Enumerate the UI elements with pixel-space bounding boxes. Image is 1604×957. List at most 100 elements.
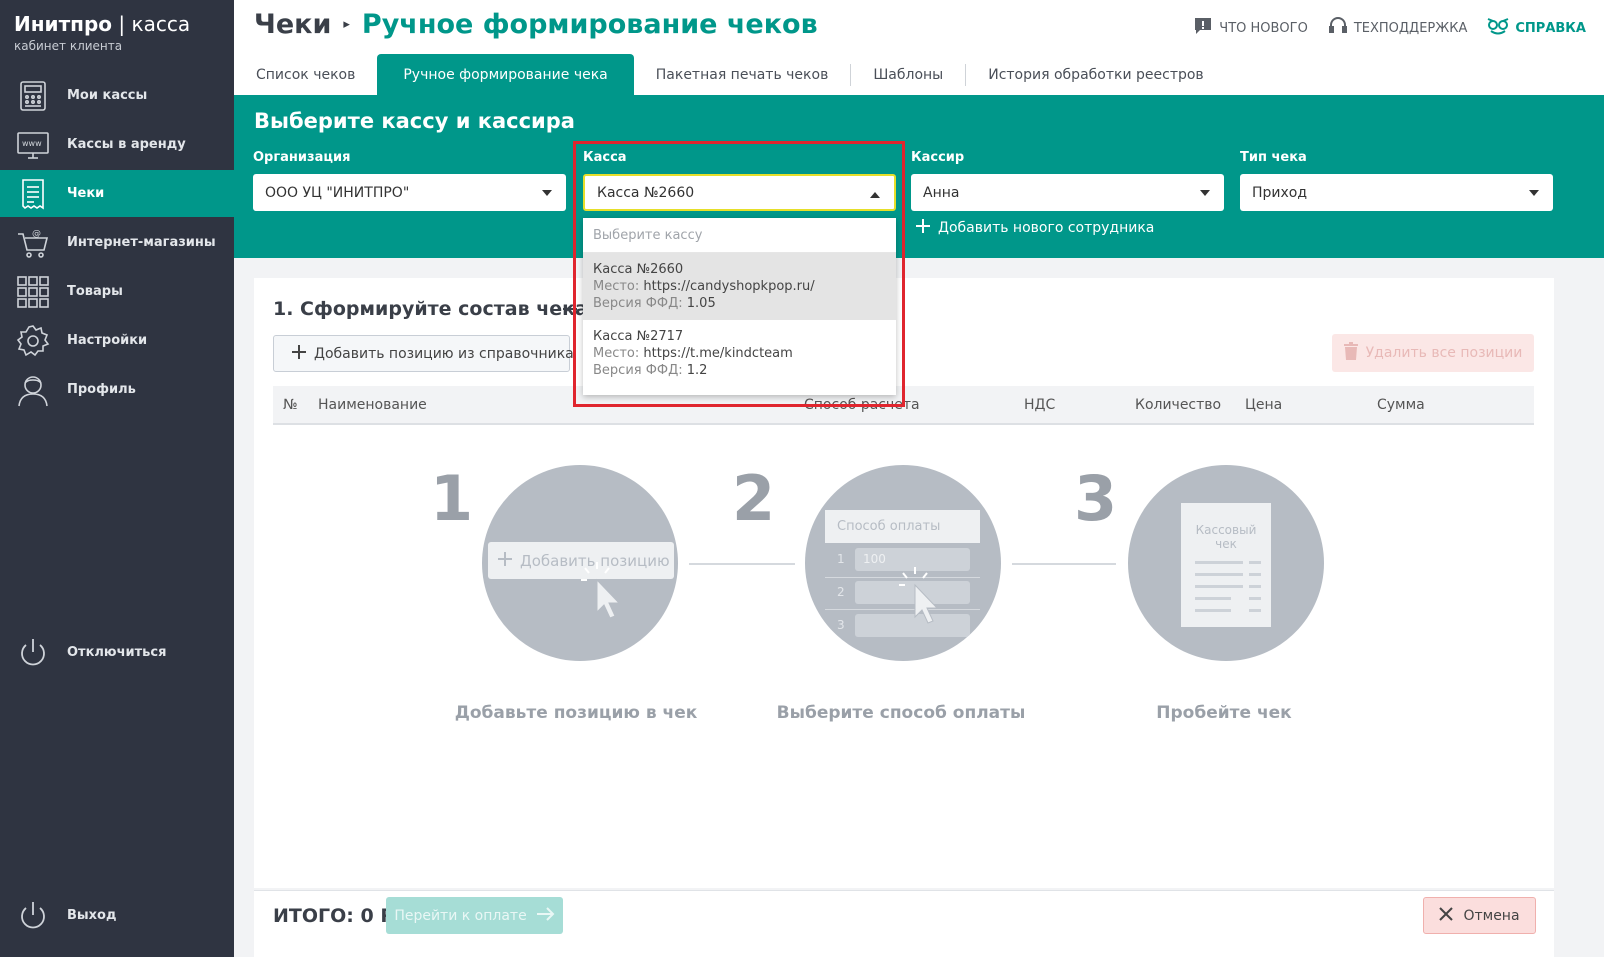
step-number: 1 [430, 462, 474, 535]
page-title-current: Ручное формирование чеков [361, 9, 818, 40]
kassa-option-place: Место: https://candyshopkpop.ru/ [593, 279, 815, 294]
tab-manual-receipt[interactable]: Ручное формирование чека [377, 54, 634, 95]
step-label: Пробейте чек [1156, 703, 1292, 723]
receipt-icon [16, 177, 50, 211]
step-3-illustration: Кассовый чек [1128, 465, 1324, 661]
illustration-row-num: 3 [837, 618, 845, 632]
www-monitor-icon: www [16, 128, 50, 162]
plus-icon [498, 551, 512, 570]
column-quantity: Количество [1135, 397, 1222, 413]
grid-icon [16, 275, 50, 309]
organization-label: Организация [253, 150, 351, 165]
tab-batch-print[interactable]: Пакетная печать чеков [634, 54, 851, 95]
kassa-option-ffd: Версия ФФД: 1.2 [593, 363, 708, 378]
illustration-row-num: 1 [837, 552, 845, 566]
chevron-down-icon [542, 190, 552, 196]
receipt-type-value: Приход [1252, 184, 1308, 201]
support-link[interactable]: ТЕХПОДДЕРЖКА [1328, 16, 1467, 40]
illustration-receipt-label: Кассовый чек [1195, 523, 1257, 551]
column-sum: Сумма [1377, 397, 1425, 413]
message-alert-icon [1193, 16, 1213, 40]
sidebar-item-label: Товары [67, 284, 123, 299]
add-employee-label: Добавить нового сотрудника [938, 220, 1155, 236]
plus-icon [292, 344, 306, 363]
sidebar-item-label: Кассы в аренду [67, 137, 186, 152]
svg-text:@: @ [32, 229, 41, 239]
add-from-catalog-label: Добавить позицию из справочника [314, 345, 574, 362]
help-link[interactable]: СПРАВКА [1487, 16, 1586, 40]
kassa-select[interactable]: Касса №2660 [583, 174, 896, 211]
help-label: СПРАВКА [1515, 20, 1586, 36]
step-2-illustration: Способ оплаты 1 100 2 3 [805, 465, 1001, 661]
organization-select[interactable]: ООО УЦ "ИНИТПРО" [253, 174, 566, 211]
kassa-search-input[interactable]: Выберите кассу [583, 218, 896, 253]
go-to-payment-label: Перейти к оплате [394, 907, 527, 924]
sidebar-item-settings[interactable]: Настройки [0, 317, 234, 364]
arrow-right-icon [536, 906, 555, 925]
sidebar-item-label: Профиль [67, 382, 136, 397]
chevron-down-icon [1529, 190, 1539, 196]
whats-new-link[interactable]: ЧТО НОВОГО [1193, 16, 1308, 40]
sidebar-item-label: Интернет-магазины [67, 235, 216, 250]
gear-icon [16, 324, 50, 358]
sidebar-item-profile[interactable]: Профиль [0, 366, 234, 413]
tab-registry-history[interactable]: История обработки реестров [966, 54, 1225, 95]
sidebar-item-online-stores[interactable]: @ Интернет-магазины [0, 219, 234, 266]
logout-button[interactable]: Выход [0, 892, 234, 939]
select-panel-title: Выберите кассу и кассира [254, 109, 575, 133]
kassa-option-name: Касса №2660 [593, 262, 684, 277]
sidebar: Инитпро | касса кабинет клиента Мои касс… [0, 0, 234, 957]
add-from-catalog-button[interactable]: Добавить позицию из справочника [273, 335, 574, 372]
cursor-click-icon [895, 565, 945, 639]
positions-table-header: № Наименование Способ расчета НДС Количе… [273, 386, 1534, 425]
sidebar-item-my-kassas[interactable]: Мои кассы [0, 72, 234, 119]
plus-icon [916, 219, 930, 237]
disconnect-button[interactable]: Отключиться [0, 629, 234, 676]
brand-logo[interactable]: Инитпро | касса [14, 12, 190, 36]
headset-icon [1328, 16, 1348, 40]
shopping-cart-icon: @ [16, 226, 50, 260]
tab-templates[interactable]: Шаблоны [851, 54, 965, 95]
receipt-type-select[interactable]: Приход [1240, 174, 1553, 211]
step-connector [689, 563, 795, 565]
illustration-row-num: 2 [837, 585, 845, 599]
close-icon [1439, 906, 1454, 925]
chevron-down-icon [1200, 190, 1210, 196]
tab-receipt-list[interactable]: Список чеков [234, 54, 377, 95]
cursor-click-icon [577, 560, 627, 634]
step-label: Добавьте позицию в чек [454, 703, 698, 723]
kassa-option[interactable]: Касса №2660 Место: https://candyshopkpop… [583, 253, 896, 320]
cancel-button[interactable]: Отмена [1423, 897, 1536, 934]
brand-subtitle: кабинет клиента [14, 39, 123, 53]
step-connector [1012, 563, 1116, 565]
step-number: 3 [1074, 462, 1118, 535]
sidebar-item-rent-kassas[interactable]: www Кассы в аренду [0, 121, 234, 168]
tabs: Список чеков Ручное формирование чека Па… [234, 54, 1226, 95]
select-panel: Выберите кассу и кассира Организация ООО… [234, 95, 1604, 258]
kassa-dropdown: Выберите кассу Касса №2660 Место: https:… [583, 218, 896, 395]
column-name: Наименование [318, 397, 427, 413]
kassa-label: Касса [583, 150, 627, 165]
section-dash [563, 308, 577, 310]
header-links: ЧТО НОВОГО ТЕХПОДДЕРЖКА СПРАВКА [1193, 16, 1586, 40]
go-to-payment-button[interactable]: Перейти к оплате [386, 897, 563, 934]
step-label: Выберите способ оплаты [776, 703, 1026, 723]
step-1-illustration: Добавить позицию [482, 465, 678, 661]
cashier-select[interactable]: Анна [911, 174, 1224, 211]
sidebar-item-goods[interactable]: Товары [0, 268, 234, 315]
logout-label: Выход [67, 908, 117, 923]
column-num: № [283, 397, 298, 413]
kassa-option-ffd: Версия ФФД: 1.05 [593, 296, 716, 311]
delete-all-label: Удалить все позиции [1365, 345, 1523, 361]
power-icon [16, 636, 50, 670]
sidebar-item-receipts[interactable]: Чеки [0, 170, 234, 217]
kassa-option-name: Касса №2717 [593, 329, 684, 344]
kassa-option-place: Место: https://t.me/kindcteam [593, 346, 793, 361]
delete-all-button[interactable]: Удалить все позиции [1332, 334, 1534, 372]
add-employee-link[interactable]: Добавить нового сотрудника [916, 219, 1154, 237]
breadcrumb[interactable]: Чеки [254, 9, 331, 40]
cancel-label: Отмена [1463, 907, 1520, 924]
power-icon [16, 899, 50, 933]
organization-value: ООО УЦ "ИНИТПРО" [265, 184, 410, 201]
kassa-option[interactable]: Касса №2717 Место: https://t.me/kindctea… [583, 320, 896, 387]
